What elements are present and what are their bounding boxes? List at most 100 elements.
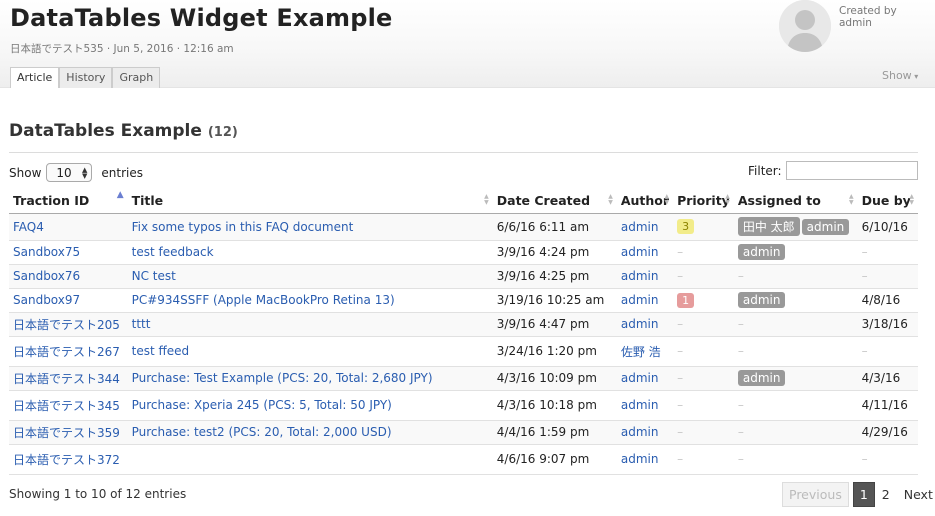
cell-priority: –	[673, 390, 734, 421]
cell-assigned-to: –	[733, 444, 858, 475]
avatar[interactable]	[779, 0, 831, 52]
tab-graph[interactable]: Graph	[112, 67, 161, 88]
created-by-user[interactable]: admin	[839, 17, 897, 29]
cell-traction-id: 日本語でテスト345	[9, 390, 128, 421]
author-link[interactable]: admin	[621, 245, 659, 259]
assignee-badge[interactable]: admin	[737, 244, 786, 260]
traction-id-link[interactable]: 日本語でテスト359	[13, 426, 120, 440]
col-author[interactable]: Author ▲ ▼	[616, 188, 674, 214]
due-by-text: 4/8/16	[861, 293, 901, 307]
table-row: 日本語でテスト372 4/6/16 9:07 pm admin – – –	[9, 444, 918, 475]
author-link[interactable]: admin	[621, 269, 659, 283]
title-link[interactable]: test ffeed	[132, 344, 190, 358]
priority-badge: 1	[677, 292, 695, 308]
stepper-arrows-icon: ▲ ▼	[82, 165, 88, 180]
title-link[interactable]: NC test	[132, 269, 176, 283]
due-by-text: 6/10/16	[861, 219, 908, 234]
col-traction-id[interactable]: Traction ID ▲	[9, 188, 128, 214]
due-by-text: –	[861, 269, 868, 283]
length-select[interactable]: 10 ▲ ▼	[46, 163, 93, 182]
traction-id-link[interactable]: Sandbox97	[13, 293, 80, 307]
traction-id-link[interactable]: 日本語でテスト205	[13, 318, 120, 332]
cell-assigned-to: admin	[733, 288, 858, 313]
col-title[interactable]: Title ▲ ▼	[127, 188, 493, 214]
author-link[interactable]: admin	[621, 452, 659, 466]
cell-author: admin	[616, 288, 674, 313]
table-header-row: Traction ID ▲ Title ▲ ▼ Date Created ▲ ▼ Auth…	[9, 188, 918, 214]
assignee-badge[interactable]: 田中 太郎	[737, 217, 800, 236]
table-row: FAQ4 Fix some typos in this FAQ document 6…	[9, 213, 918, 241]
cell-due-by: 4/8/16	[857, 288, 918, 313]
priority-badge: 3	[677, 219, 695, 234]
previous-button[interactable]: Previous	[782, 482, 849, 507]
cell-date-created: 4/3/16 10:18 pm	[492, 390, 617, 421]
author-link[interactable]: admin	[621, 425, 659, 439]
page-1-button[interactable]: 1	[852, 482, 875, 507]
table-info: Showing 1 to 10 of 12 entries	[9, 487, 187, 501]
assigned-empty: –	[737, 425, 744, 439]
title-link[interactable]: test feedback	[132, 245, 214, 259]
section-title-text: DataTables Example	[9, 121, 202, 141]
traction-id-link[interactable]: FAQ4	[13, 220, 44, 234]
due-by-text: –	[861, 245, 868, 259]
traction-id-link[interactable]: 日本語でテスト344	[13, 372, 120, 386]
traction-id-link[interactable]: 日本語でテスト345	[13, 399, 120, 413]
date-created-text: 3/9/16 4:24 pm	[496, 245, 590, 259]
author-link[interactable]: 佐野 浩	[621, 345, 661, 359]
page-2-button[interactable]: 2	[875, 482, 897, 507]
assigned-empty: –	[737, 398, 744, 412]
traction-id-link[interactable]: 日本語でテスト372	[13, 453, 120, 467]
cell-author: admin	[616, 390, 674, 421]
tab-article[interactable]: Article	[10, 67, 60, 88]
traction-id-link[interactable]: Sandbox76	[13, 269, 80, 283]
col-date-created[interactable]: Date Created ▲ ▼	[492, 188, 617, 214]
cell-traction-id: Sandbox76	[9, 264, 128, 289]
filter-input[interactable]	[785, 161, 918, 180]
author-link[interactable]: admin	[621, 398, 659, 412]
section-divider	[9, 152, 918, 153]
assignee-badge[interactable]: admin	[737, 370, 786, 386]
cell-date-created: 3/9/16 4:47 pm	[492, 312, 617, 337]
title-link[interactable]: Purchase: test2 (PCS: 20, Total: 2,000 U…	[132, 425, 392, 439]
due-by-text: –	[861, 452, 868, 466]
cell-title: Purchase: Test Example (PCS: 20, Total: …	[127, 366, 493, 391]
cell-priority: 1	[673, 288, 734, 313]
cell-due-by: –	[857, 264, 918, 289]
col-assigned-to[interactable]: Assigned to ▲ ▼	[733, 188, 858, 214]
author-link[interactable]: admin	[621, 317, 659, 331]
next-button[interactable]: Next	[897, 482, 935, 507]
col-due-by-label: Due by	[861, 192, 911, 208]
cell-title: PC#934SSFF (Apple MacBookPro Retina 13)	[127, 288, 493, 313]
title-link[interactable]: tttt	[132, 317, 151, 331]
author-link[interactable]: admin	[621, 293, 659, 307]
author-link[interactable]: admin	[621, 371, 659, 385]
sort-both-icon: ▲ ▼	[608, 193, 613, 206]
traction-id-link[interactable]: Sandbox75	[13, 245, 80, 259]
cell-assigned-to: –	[733, 420, 858, 445]
title-link[interactable]: Fix some typos in this FAQ document	[132, 220, 354, 234]
col-traction-id-label: Traction ID	[13, 192, 90, 208]
cell-due-by: 6/10/16	[857, 213, 918, 241]
title-link[interactable]: Purchase: Xperia 245 (PCS: 5, Total: 50 …	[132, 398, 392, 412]
traction-id-link[interactable]: 日本語でテスト267	[13, 345, 120, 359]
cell-author: admin	[616, 213, 674, 241]
due-by-text: 4/11/16	[861, 398, 908, 412]
col-due-by[interactable]: Due by ▲ ▼	[857, 188, 918, 214]
cell-assigned-to: –	[733, 390, 858, 421]
cell-title: Purchase: test2 (PCS: 20, Total: 2,000 U…	[127, 420, 493, 445]
cell-assigned-to: 田中 太郎 admin	[733, 213, 858, 241]
cell-title: tttt	[127, 312, 493, 337]
author-link[interactable]: admin	[621, 220, 659, 234]
title-link[interactable]: PC#934SSFF (Apple MacBookPro Retina 13)	[132, 293, 395, 307]
priority-empty: –	[677, 317, 684, 331]
cell-traction-id: 日本語でテスト372	[9, 444, 128, 475]
filter-label: Filter:	[748, 163, 782, 178]
show-toggle[interactable]: Show ▾	[882, 69, 918, 82]
title-link[interactable]: Purchase: Test Example (PCS: 20, Total: …	[132, 371, 433, 385]
col-priority[interactable]: Priority ▲ ▼	[673, 188, 734, 214]
tab-history[interactable]: History	[59, 67, 113, 88]
assignee-badge[interactable]: admin	[801, 219, 850, 235]
table-body: FAQ4 Fix some typos in this FAQ document 6…	[9, 213, 918, 475]
assignee-badge[interactable]: admin	[737, 292, 786, 308]
sort-both-icon: ▲ ▼	[664, 193, 670, 206]
